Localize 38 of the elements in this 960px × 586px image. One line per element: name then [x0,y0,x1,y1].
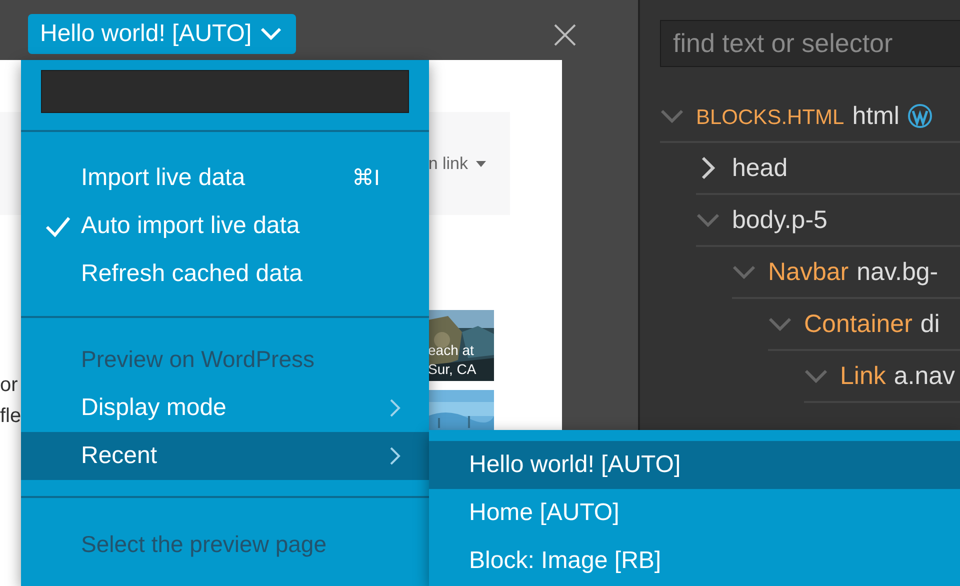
submenu-item[interactable]: Block: Image [RB] [429,537,960,585]
close-icon[interactable] [554,24,576,46]
caret-icon [476,160,486,166]
menu-heading: Select the preview page [80,530,328,559]
menu-item[interactable]: Auto import live data [21,202,429,250]
component-name: BLOCKS.HTML [696,106,844,130]
tree-row[interactable]: head [696,143,960,195]
menu-heading: Preview on WordPress [80,345,316,374]
element-tag: nav.bg- [856,258,938,286]
image-caption: each at Sur, CA [428,341,476,379]
nav-link[interactable]: n link [428,154,486,174]
menu-item[interactable]: Recent [21,432,429,480]
element-tag: di [920,310,940,338]
submenu-item[interactable]: Home [AUTO] [429,489,960,537]
menu-item[interactable]: Refresh cached data [21,250,429,298]
submenu-item[interactable]: Hello world! [AUTO] [429,441,960,489]
body-text: fle [0,405,22,427]
component-name: Container [804,310,912,338]
caret-icon [260,27,282,41]
component-name: Link [840,362,886,390]
shortcut-label: ⌘I [352,165,380,191]
menu-search-field[interactable] [41,70,409,113]
element-tag: body.p-5 [732,206,828,234]
tree-row[interactable]: BLOCKS.HTML html [660,91,960,143]
logo-icon [907,103,934,129]
component-name: Navbar [768,258,849,286]
element-tag: head [732,154,788,182]
element-tag: a.nav [894,362,956,390]
tree-row[interactable]: Navbar nav.bg- [732,247,960,299]
body-text: or [0,374,18,396]
menu-item[interactable]: Display mode [21,384,429,432]
tree-row[interactable]: body.p-5 [696,195,960,247]
tree-row[interactable]: Link a.nav [804,351,960,403]
page-selector-button[interactable]: Hello world! [AUTO] [28,14,296,54]
element-tag: html [852,102,900,130]
menu-item[interactable]: Import live data ⌘I [21,154,429,202]
tree-row[interactable]: Container di [768,299,960,351]
search-field[interactable]: find text or selector [660,20,960,67]
